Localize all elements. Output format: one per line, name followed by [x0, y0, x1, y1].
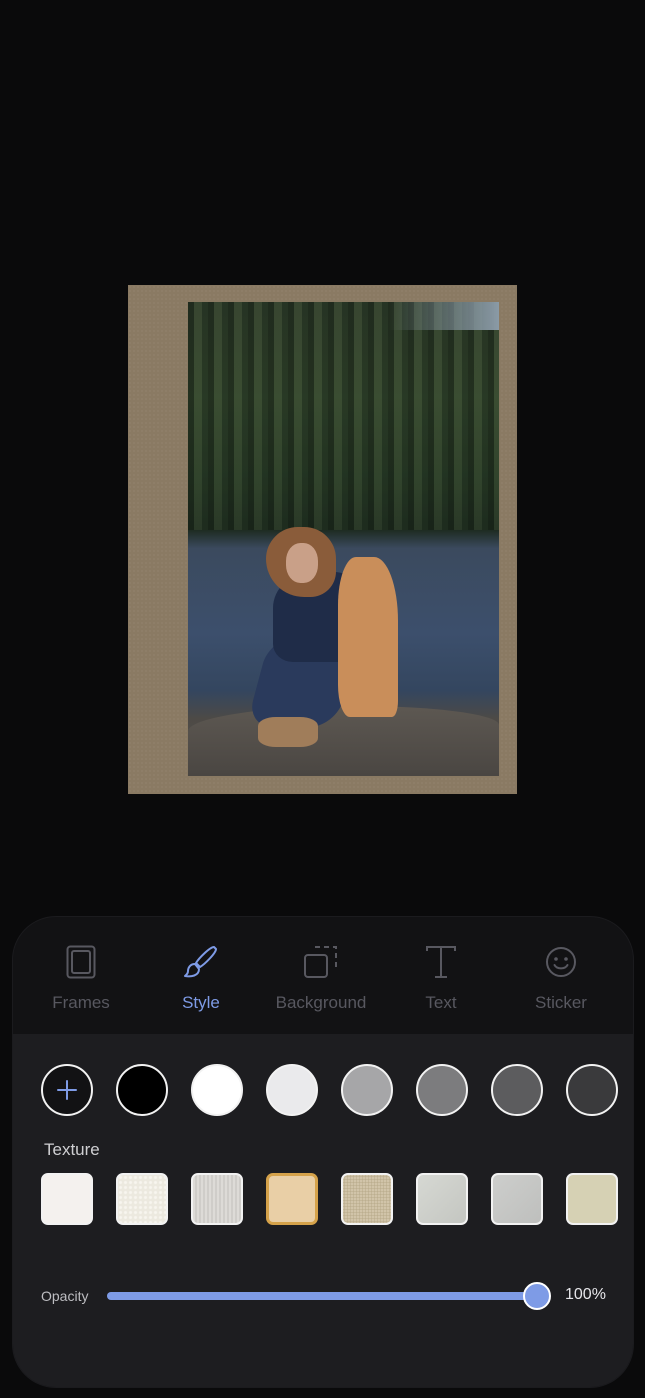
text-icon — [423, 944, 459, 980]
canvas-area — [0, 0, 645, 915]
tab-label: Frames — [52, 993, 110, 1012]
sky — [389, 302, 499, 330]
editor-panel: Frames Style Background Text Sticker Tex… — [12, 916, 634, 1388]
texture-swatch[interactable] — [191, 1173, 243, 1225]
tab-frames[interactable]: Frames — [31, 917, 131, 1034]
color-swatch[interactable] — [266, 1064, 318, 1116]
tab-sticker[interactable]: Sticker — [511, 917, 611, 1034]
texture-swatch[interactable] — [341, 1173, 393, 1225]
forest — [188, 302, 499, 530]
opacity-control: Opacity 100% — [41, 1282, 611, 1312]
style-options: Texture Opacity 100% — [13, 1034, 633, 1387]
texture-swatch[interactable] — [566, 1173, 618, 1225]
color-swatch[interactable] — [191, 1064, 243, 1116]
tab-label: Text — [425, 993, 457, 1012]
tab-background[interactable]: Background — [271, 917, 371, 1034]
add-color-button[interactable] — [41, 1064, 93, 1116]
tab-bar: Frames Style Background Text Sticker — [13, 917, 633, 1034]
texture-swatches — [41, 1173, 618, 1225]
opacity-slider[interactable] — [107, 1282, 551, 1310]
frame-preview[interactable] — [128, 285, 517, 794]
color-swatch[interactable] — [416, 1064, 468, 1116]
photo[interactable] — [188, 302, 499, 776]
brush-icon — [183, 944, 219, 980]
color-swatch[interactable] — [566, 1064, 618, 1116]
tab-label: Background — [275, 993, 367, 1012]
texture-title: Texture — [44, 1140, 100, 1159]
opacity-value: 100% — [565, 1286, 606, 1303]
tab-text[interactable]: Text — [391, 917, 491, 1034]
opacity-label: Opacity — [41, 1288, 89, 1304]
frame-icon — [63, 944, 99, 980]
color-swatch[interactable] — [341, 1064, 393, 1116]
texture-swatch[interactable] — [491, 1173, 543, 1225]
tab-label: Style — [182, 993, 220, 1012]
opacity-slider-thumb[interactable] — [523, 1282, 551, 1310]
opacity-slider-fill — [107, 1292, 537, 1300]
color-swatch[interactable] — [491, 1064, 543, 1116]
color-swatches — [41, 1064, 618, 1116]
texture-swatch[interactable] — [41, 1173, 93, 1225]
texture-swatch[interactable] — [116, 1173, 168, 1225]
tab-style[interactable]: Style — [151, 917, 251, 1034]
tab-label: Sticker — [535, 993, 587, 1012]
person — [245, 517, 418, 757]
plus-icon — [57, 1080, 77, 1100]
texture-swatch-selected[interactable] — [266, 1173, 318, 1225]
background-icon — [303, 944, 339, 980]
texture-swatch[interactable] — [416, 1173, 468, 1225]
color-swatch[interactable] — [116, 1064, 168, 1116]
smiley-icon — [543, 944, 579, 980]
